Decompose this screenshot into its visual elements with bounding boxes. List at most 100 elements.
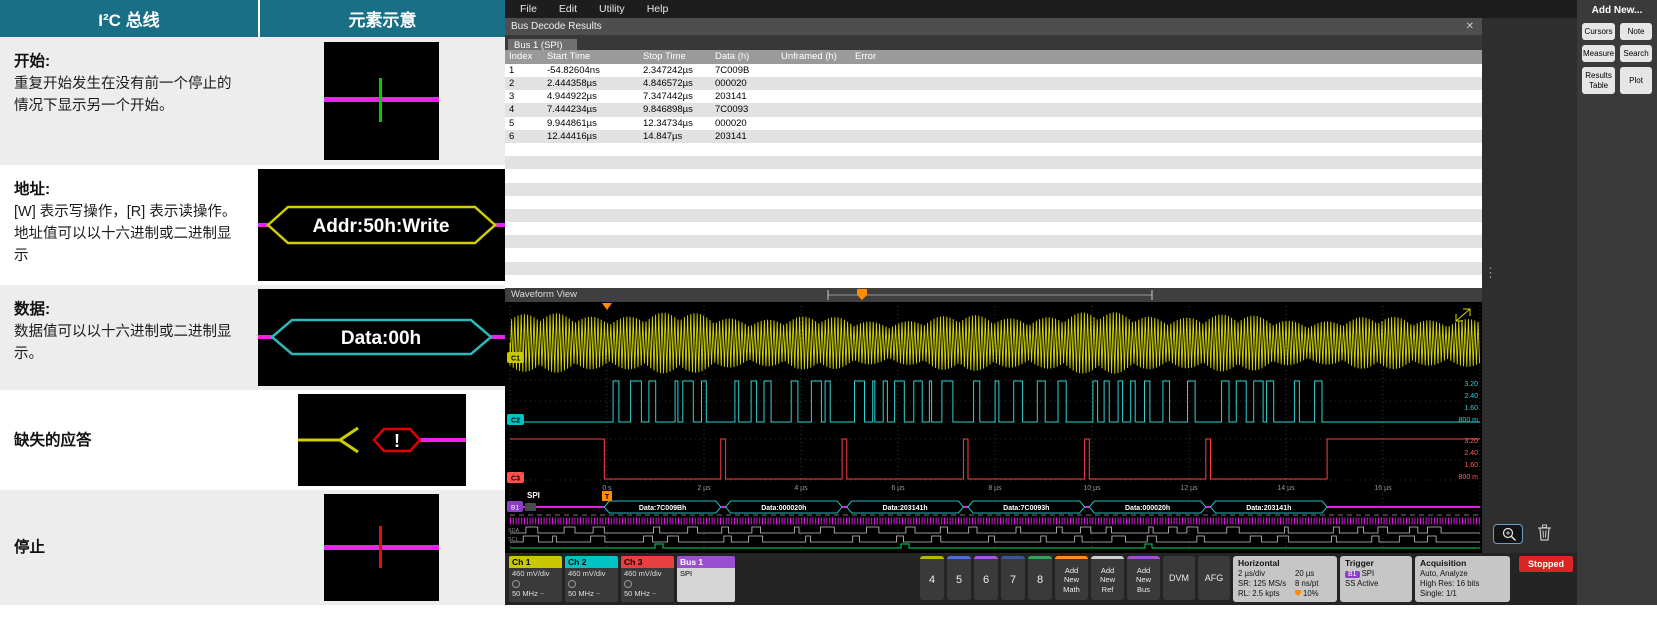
svg-text:C1: C1 — [511, 356, 520, 363]
svg-text:C2: C2 — [511, 418, 520, 425]
decode-row-3[interactable]: 34.944922µs7.347442µs203141 — [505, 90, 1482, 103]
decode-row-empty[interactable] — [505, 156, 1482, 169]
svg-text:6 µs: 6 µs — [891, 485, 905, 492]
waveform-view-header: Waveform View — [505, 288, 1482, 302]
svg-text:2.40: 2.40 — [1464, 393, 1478, 400]
svg-text:0 s: 0 s — [602, 485, 612, 492]
decode-row-empty[interactable] — [505, 262, 1482, 275]
decode-row-empty[interactable] — [505, 222, 1482, 235]
decode-row-1[interactable]: 1-54.82604ns2.347242µs7C009B — [505, 64, 1482, 77]
decode-row-4[interactable]: 47.444234µs9.846898µs7C0093 — [505, 103, 1482, 116]
start-marker — [379, 78, 382, 122]
scope-main: FileEditUtilityHelp Bus Decode Results ✕… — [505, 0, 1577, 605]
trigger-source-badge: B1 — [1345, 571, 1360, 578]
horizontal-rl: RL: 2.5 kpts — [1238, 589, 1295, 598]
svg-text:3.20: 3.20 — [1464, 438, 1478, 445]
bus1-badge[interactable]: Bus 1SPI — [677, 556, 735, 602]
zoom-range-indicator[interactable] — [825, 288, 1155, 301]
menu-help[interactable]: Help — [636, 1, 680, 17]
decode-row-empty[interactable] — [505, 209, 1482, 222]
svg-text:SCL: SCL — [508, 537, 519, 543]
channel-7-button[interactable]: 7 — [1001, 556, 1025, 600]
add-new-title: Add New... — [1577, 5, 1657, 16]
svg-text:3.20: 3.20 — [1464, 381, 1478, 388]
acquisition-panel[interactable]: Acquisition Auto, Analyze High Res: 16 b… — [1415, 556, 1510, 602]
svg-text:Data:000020h: Data:000020h — [1125, 505, 1170, 512]
stopped-button[interactable]: Stopped — [1519, 556, 1573, 572]
cursors-button[interactable]: Cursors — [1582, 23, 1615, 40]
channel-8-button[interactable]: 8 — [1028, 556, 1052, 600]
trash-button[interactable] — [1537, 524, 1552, 544]
missing-ack-label: ! — [394, 431, 400, 451]
menu-file[interactable]: File — [509, 1, 548, 17]
trash-icon — [1537, 524, 1552, 541]
waveform-canvas[interactable]: 3.202.401.60800 m3.202.401.60800 m0 s2 µ… — [505, 302, 1482, 553]
bandwidth-icon: ~ — [596, 589, 600, 598]
plot-button[interactable]: Plot — [1620, 67, 1652, 93]
measure-button[interactable]: Measure — [1582, 45, 1615, 62]
horizontal-title: Horizontal — [1238, 558, 1332, 568]
stop-illustration — [324, 494, 439, 601]
address-frame-label: Addr:50h:Write — [313, 216, 450, 237]
acquisition-resolution: High Res: 16 bits — [1420, 579, 1505, 588]
svg-text:12 µs: 12 µs — [1180, 485, 1198, 492]
channel-badges: Ch 1460 mV/div50 MHz~Ch 2460 mV/div50 MH… — [509, 556, 735, 602]
doc-row-missing-ack: 缺失的应答 ! — [0, 390, 505, 490]
add-new-buttons: AddNewMathAddNewRefAddNewBus — [1055, 556, 1160, 600]
add-new-math-button[interactable]: AddNewMath — [1055, 556, 1088, 600]
doc-row-address: 地址: [W] 表示写操作，[R] 表示读操作。地址值可以以十六进制或二进制显示… — [0, 165, 505, 285]
decode-row-2[interactable]: 22.444358µs4.846572µs000020 — [505, 77, 1482, 90]
trigger-position-handle[interactable] — [857, 289, 867, 300]
search-button[interactable]: Search — [1620, 45, 1652, 62]
channel-6-button[interactable]: 6 — [974, 556, 998, 600]
channel-badge-3[interactable]: Ch 3460 mV/div50 MHz~ — [621, 556, 674, 602]
trigger-position-icon — [1295, 590, 1301, 596]
add-new-panel: Add New... Cursors Note Measure Search Resul… — [1577, 0, 1657, 605]
decode-row-empty[interactable] — [505, 235, 1482, 248]
channel-badge-1[interactable]: Ch 1460 mV/div50 MHz~ — [509, 556, 562, 602]
svg-text:SPI: SPI — [527, 491, 540, 500]
waveform-view-title: Waveform View — [511, 289, 577, 300]
channel-5-button[interactable]: 5 — [947, 556, 971, 600]
svg-text:T: T — [605, 494, 610, 501]
horizontal-pos: 10% — [1295, 589, 1332, 598]
channel-4-button[interactable]: 4 — [920, 556, 944, 600]
horizontal-panel[interactable]: Horizontal 2 µs/div 20 µs SR: 125 MS/s 8… — [1233, 556, 1337, 602]
add-new-ref-button[interactable]: AddNewRef — [1091, 556, 1124, 600]
add-new-grid: Cursors Note Measure Search Results TablePlo… — [1577, 23, 1657, 94]
trigger-title: Trigger — [1345, 558, 1407, 568]
decode-column-header: Stop Time — [639, 50, 711, 64]
menu-utility[interactable]: Utility — [588, 1, 636, 17]
decode-row-empty[interactable] — [505, 183, 1482, 196]
close-icon[interactable]: ✕ — [1466, 21, 1474, 32]
decode-row-empty[interactable] — [505, 248, 1482, 261]
decode-row-empty[interactable] — [505, 196, 1482, 209]
afg-button[interactable]: AFG — [1198, 556, 1230, 600]
doc-body-start: 重复开始发生在没有前一个停止的情况下显示另一个开始。 — [14, 74, 244, 118]
trigger-panel[interactable]: Trigger B1SPI SS Active — [1340, 556, 1412, 602]
panel-resize-handle[interactable]: ⋮ — [1484, 266, 1497, 279]
decode-row-empty[interactable] — [505, 275, 1482, 288]
zoom-button[interactable] — [1493, 524, 1523, 544]
decode-column-header: Error — [851, 50, 1482, 64]
doc-row-start: 开始: 重复开始发生在没有前一个停止的情况下显示另一个开始。 — [0, 37, 505, 165]
decode-row-empty[interactable] — [505, 169, 1482, 182]
dvm-button[interactable]: DVM — [1163, 556, 1195, 600]
doc-row-stop: 停止 — [0, 490, 505, 605]
results-table-button[interactable]: Results Table — [1582, 67, 1615, 93]
coupling-icon — [512, 580, 520, 588]
add-new-bus-button[interactable]: AddNewBus — [1127, 556, 1160, 600]
channel-badge-2[interactable]: Ch 2460 mV/div50 MHz~ — [565, 556, 618, 602]
doc-body-data: 数据值可以以十六进制或二进制显示。 — [14, 322, 244, 366]
decode-title: Bus Decode Results — [511, 21, 602, 32]
doc-title-stop: 停止 — [14, 535, 45, 557]
menu-bar: FileEditUtilityHelp — [505, 0, 1577, 18]
menu-edit[interactable]: Edit — [548, 1, 588, 17]
svg-text:8 µs: 8 µs — [988, 485, 1002, 492]
doc-header-element: 元素示意 — [260, 0, 505, 37]
decode-row-6[interactable]: 612.44416µs14.847µs203141 — [505, 130, 1482, 143]
start-illustration — [324, 42, 439, 160]
decode-row-empty[interactable] — [505, 143, 1482, 156]
note-button[interactable]: Note — [1620, 23, 1652, 40]
decode-row-5[interactable]: 59.944861µs12.34734µs000020 — [505, 117, 1482, 130]
